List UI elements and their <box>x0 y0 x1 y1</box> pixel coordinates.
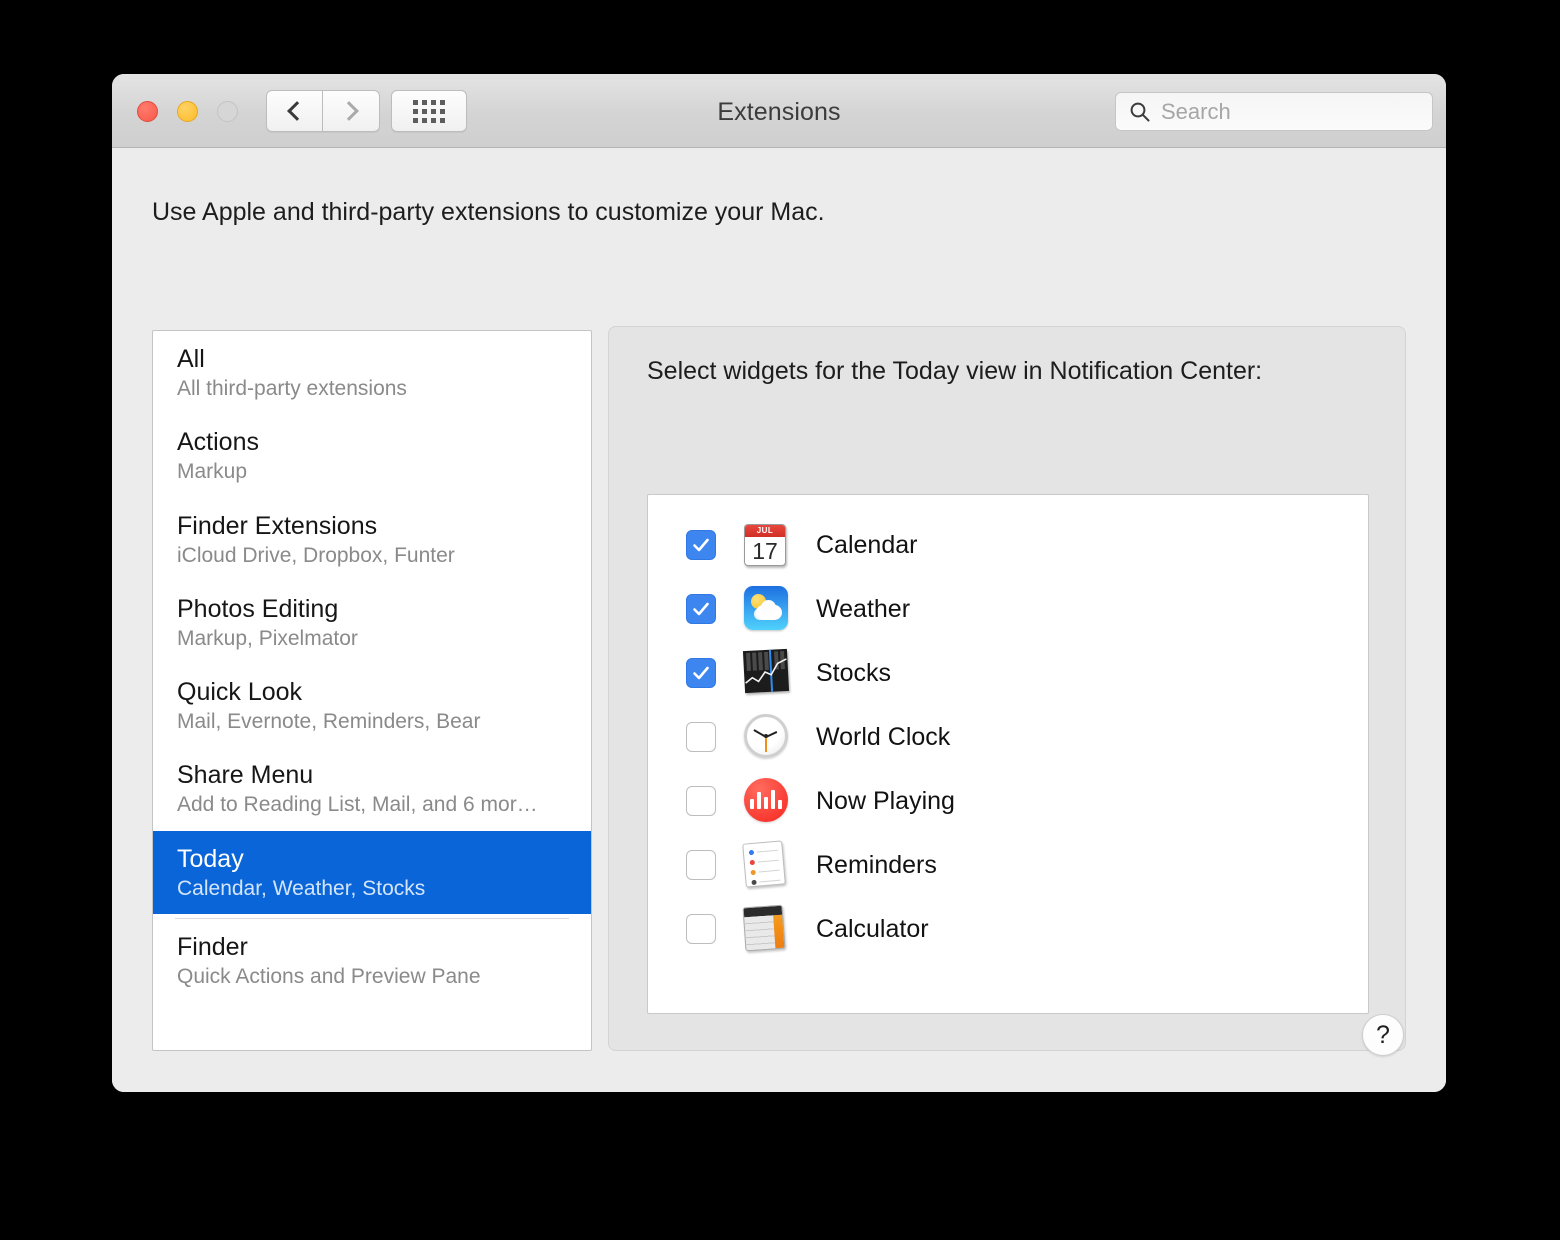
calculator-checkbox[interactable] <box>686 914 716 944</box>
sidebar-item-subtitle: Markup <box>177 459 567 485</box>
window-content: Use Apple and third-party extensions to … <box>112 148 1446 1092</box>
check-icon <box>691 535 711 555</box>
weather-checkbox[interactable] <box>686 594 716 624</box>
sidebar-item-title: Share Menu <box>177 761 567 789</box>
window-titlebar: Extensions <box>112 74 1446 148</box>
widget-list[interactable]: JUL 17 Calendar <box>647 494 1369 1014</box>
widget-row-weather[interactable]: Weather <box>648 577 1368 641</box>
sidebar-item-subtitle: Calendar, Weather, Stocks <box>177 876 567 902</box>
sidebar-item-quick-look[interactable]: Quick Look Mail, Evernote, Reminders, Be… <box>153 664 591 747</box>
intro-text: Use Apple and third-party extensions to … <box>152 198 825 227</box>
sidebar-item-title: Photos Editing <box>177 595 567 623</box>
widget-label: Calculator <box>816 915 929 944</box>
search-icon <box>1129 101 1151 123</box>
sidebar-item-title: All <box>177 345 567 373</box>
widget-label: Calendar <box>816 531 917 560</box>
widget-row-now-playing[interactable]: Now Playing <box>648 769 1368 833</box>
reminders-checkbox[interactable] <box>686 850 716 880</box>
widget-label: Stocks <box>816 659 891 688</box>
sidebar-item-title: Quick Look <box>177 678 567 706</box>
stocks-checkbox[interactable] <box>686 658 716 688</box>
sidebar-item-share-menu[interactable]: Share Menu Add to Reading List, Mail, an… <box>153 747 591 830</box>
calendar-icon-month: JUL <box>745 525 785 537</box>
widget-label: Weather <box>816 595 910 624</box>
sidebar-item-subtitle: All third-party extensions <box>177 376 567 402</box>
calculator-app-icon <box>744 906 790 952</box>
calendar-icon-day: 17 <box>745 537 785 565</box>
sidebar-item-finder-extensions[interactable]: Finder Extensions iCloud Drive, Dropbox,… <box>153 498 591 581</box>
sidebar-item-subtitle: Mail, Evernote, Reminders, Bear <box>177 709 567 735</box>
calendar-app-icon: JUL 17 <box>744 522 790 568</box>
pane-heading: Select widgets for the Today view in Not… <box>647 357 1262 386</box>
search-input[interactable] <box>1161 99 1411 125</box>
sidebar-item-title: Today <box>177 845 567 873</box>
widget-row-world-clock[interactable]: World Clock <box>648 705 1368 769</box>
sidebar-item-subtitle: Quick Actions and Preview Pane <box>177 964 567 990</box>
check-icon <box>691 663 711 683</box>
stocks-app-icon <box>744 650 790 696</box>
widget-label: Now Playing <box>816 787 955 816</box>
widget-label: World Clock <box>816 723 950 752</box>
sidebar-item-subtitle: iCloud Drive, Dropbox, Funter <box>177 543 567 569</box>
sidebar-item-photos-editing[interactable]: Photos Editing Markup, Pixelmator <box>153 581 591 664</box>
calendar-checkbox[interactable] <box>686 530 716 560</box>
sidebar-item-title: Finder Extensions <box>177 512 567 540</box>
widget-row-reminders[interactable]: Reminders <box>648 833 1368 897</box>
sidebar-item-actions[interactable]: Actions Markup <box>153 414 591 497</box>
extension-category-list[interactable]: All All third-party extensions Actions M… <box>152 330 592 1051</box>
sidebar-item-title: Actions <box>177 428 567 456</box>
extensions-preferences-window: Extensions Use Apple and third-party ext… <box>112 74 1446 1092</box>
sidebar-item-subtitle: Add to Reading List, Mail, and 6 mor… <box>177 792 567 818</box>
sidebar-item-finder[interactable]: Finder Quick Actions and Preview Pane <box>153 919 591 1002</box>
sidebar-item-subtitle: Markup, Pixelmator <box>177 626 567 652</box>
reminders-app-icon <box>744 842 790 888</box>
desktop-background: Extensions Use Apple and third-party ext… <box>0 0 1560 1240</box>
widget-row-stocks[interactable]: Stocks <box>648 641 1368 705</box>
today-widgets-pane: Select widgets for the Today view in Not… <box>608 326 1406 1051</box>
widget-row-calculator[interactable]: Calculator <box>648 897 1368 961</box>
widget-label: Reminders <box>816 851 937 880</box>
weather-app-icon <box>744 586 790 632</box>
help-button[interactable]: ? <box>1362 1014 1404 1056</box>
world-clock-checkbox[interactable] <box>686 722 716 752</box>
search-field[interactable] <box>1115 92 1433 131</box>
sidebar-item-all[interactable]: All All third-party extensions <box>153 331 591 414</box>
sidebar-item-today[interactable]: Today Calendar, Weather, Stocks <box>153 831 591 914</box>
world-clock-app-icon <box>744 714 790 760</box>
widget-row-calendar[interactable]: JUL 17 Calendar <box>648 513 1368 577</box>
now-playing-app-icon <box>744 778 790 824</box>
check-icon <box>691 599 711 619</box>
sidebar-item-title: Finder <box>177 933 567 961</box>
now-playing-checkbox[interactable] <box>686 786 716 816</box>
